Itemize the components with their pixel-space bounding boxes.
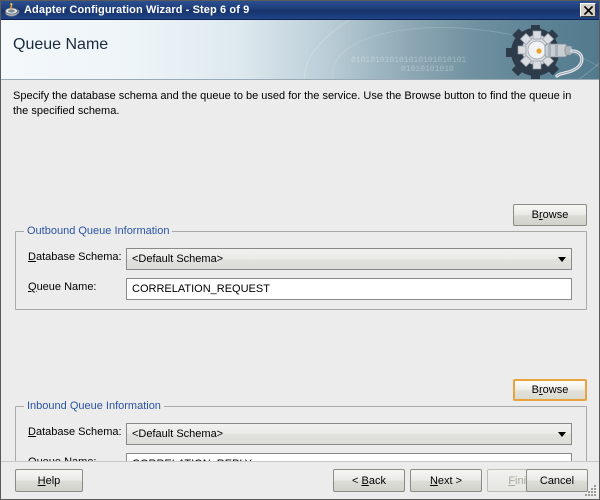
- inbound-group-legend: Inbound Queue Information: [24, 400, 164, 412]
- inbound-database-schema-value: <Default Schema>: [132, 428, 224, 440]
- adapter-configuration-wizard-dialog: Adapter Configuration Wizard - Step 6 of…: [0, 0, 600, 500]
- outbound-queue-name-row: Queue Name: CORRELATION_REQUEST: [16, 278, 586, 300]
- browse-button-inbound[interactable]: Browse: [513, 379, 587, 401]
- banner-binary-text-1: 010101010101010101010101: [351, 56, 467, 65]
- chevron-down-icon[interactable]: [553, 256, 571, 262]
- dialog-footer: Help < Back Next > Finish Cancel: [1, 461, 599, 498]
- wizard-banner: 010101010101010101010101 01010101010 Que…: [1, 20, 599, 80]
- outbound-queue-information-group: Outbound Queue Information Database Sche…: [15, 225, 587, 310]
- back-button[interactable]: < Back: [333, 469, 405, 492]
- java-coffee-cup-icon: [4, 2, 20, 18]
- outbound-database-schema-select[interactable]: <Default Schema>: [126, 248, 572, 270]
- resize-grip-icon[interactable]: [584, 483, 598, 497]
- help-button[interactable]: Help: [15, 469, 83, 492]
- inbound-database-schema-label: Database Schema:: [28, 426, 122, 438]
- next-button[interactable]: Next >: [410, 469, 482, 492]
- gear-and-plug-icon: [499, 22, 593, 79]
- help-button-label: Help: [37, 474, 61, 487]
- outbound-database-schema-row: Database Schema: <Default Schema>: [16, 248, 586, 270]
- outbound-queue-name-label: Queue Name:: [28, 281, 97, 293]
- title-bar[interactable]: Adapter Configuration Wizard - Step 6 of…: [1, 1, 599, 20]
- browse-button-outbound-label: Browse: [531, 209, 569, 221]
- close-icon[interactable]: [580, 3, 596, 17]
- outbound-database-schema-value: <Default Schema>: [132, 253, 224, 265]
- next-button-label: Next >: [429, 474, 463, 487]
- instruction-text: Specify the database schema and the queu…: [13, 90, 572, 117]
- browse-button-outbound[interactable]: Browse: [513, 204, 587, 226]
- wizard-content-panel: Specify the database schema and the queu…: [1, 80, 599, 485]
- inbound-database-schema-row: Database Schema: <Default Schema>: [16, 423, 586, 445]
- outbound-queue-name-input[interactable]: CORRELATION_REQUEST: [126, 278, 572, 300]
- outbound-database-schema-label: Database Schema:: [28, 251, 122, 263]
- back-button-label: < Back: [352, 474, 386, 487]
- browse-button-inbound-label: Browse: [531, 384, 569, 396]
- chevron-down-icon[interactable]: [553, 431, 571, 437]
- outbound-group-legend: Outbound Queue Information: [24, 225, 173, 237]
- outbound-queue-name-value: CORRELATION_REQUEST: [132, 283, 270, 295]
- inbound-database-schema-select[interactable]: <Default Schema>: [126, 423, 572, 445]
- page-title: Queue Name: [13, 36, 109, 53]
- banner-binary-text-2: 01010101010: [401, 65, 454, 74]
- window-title: Adapter Configuration Wizard - Step 6 of…: [24, 4, 250, 16]
- cancel-button-label: Cancel: [539, 474, 575, 487]
- cancel-button[interactable]: Cancel: [526, 469, 588, 492]
